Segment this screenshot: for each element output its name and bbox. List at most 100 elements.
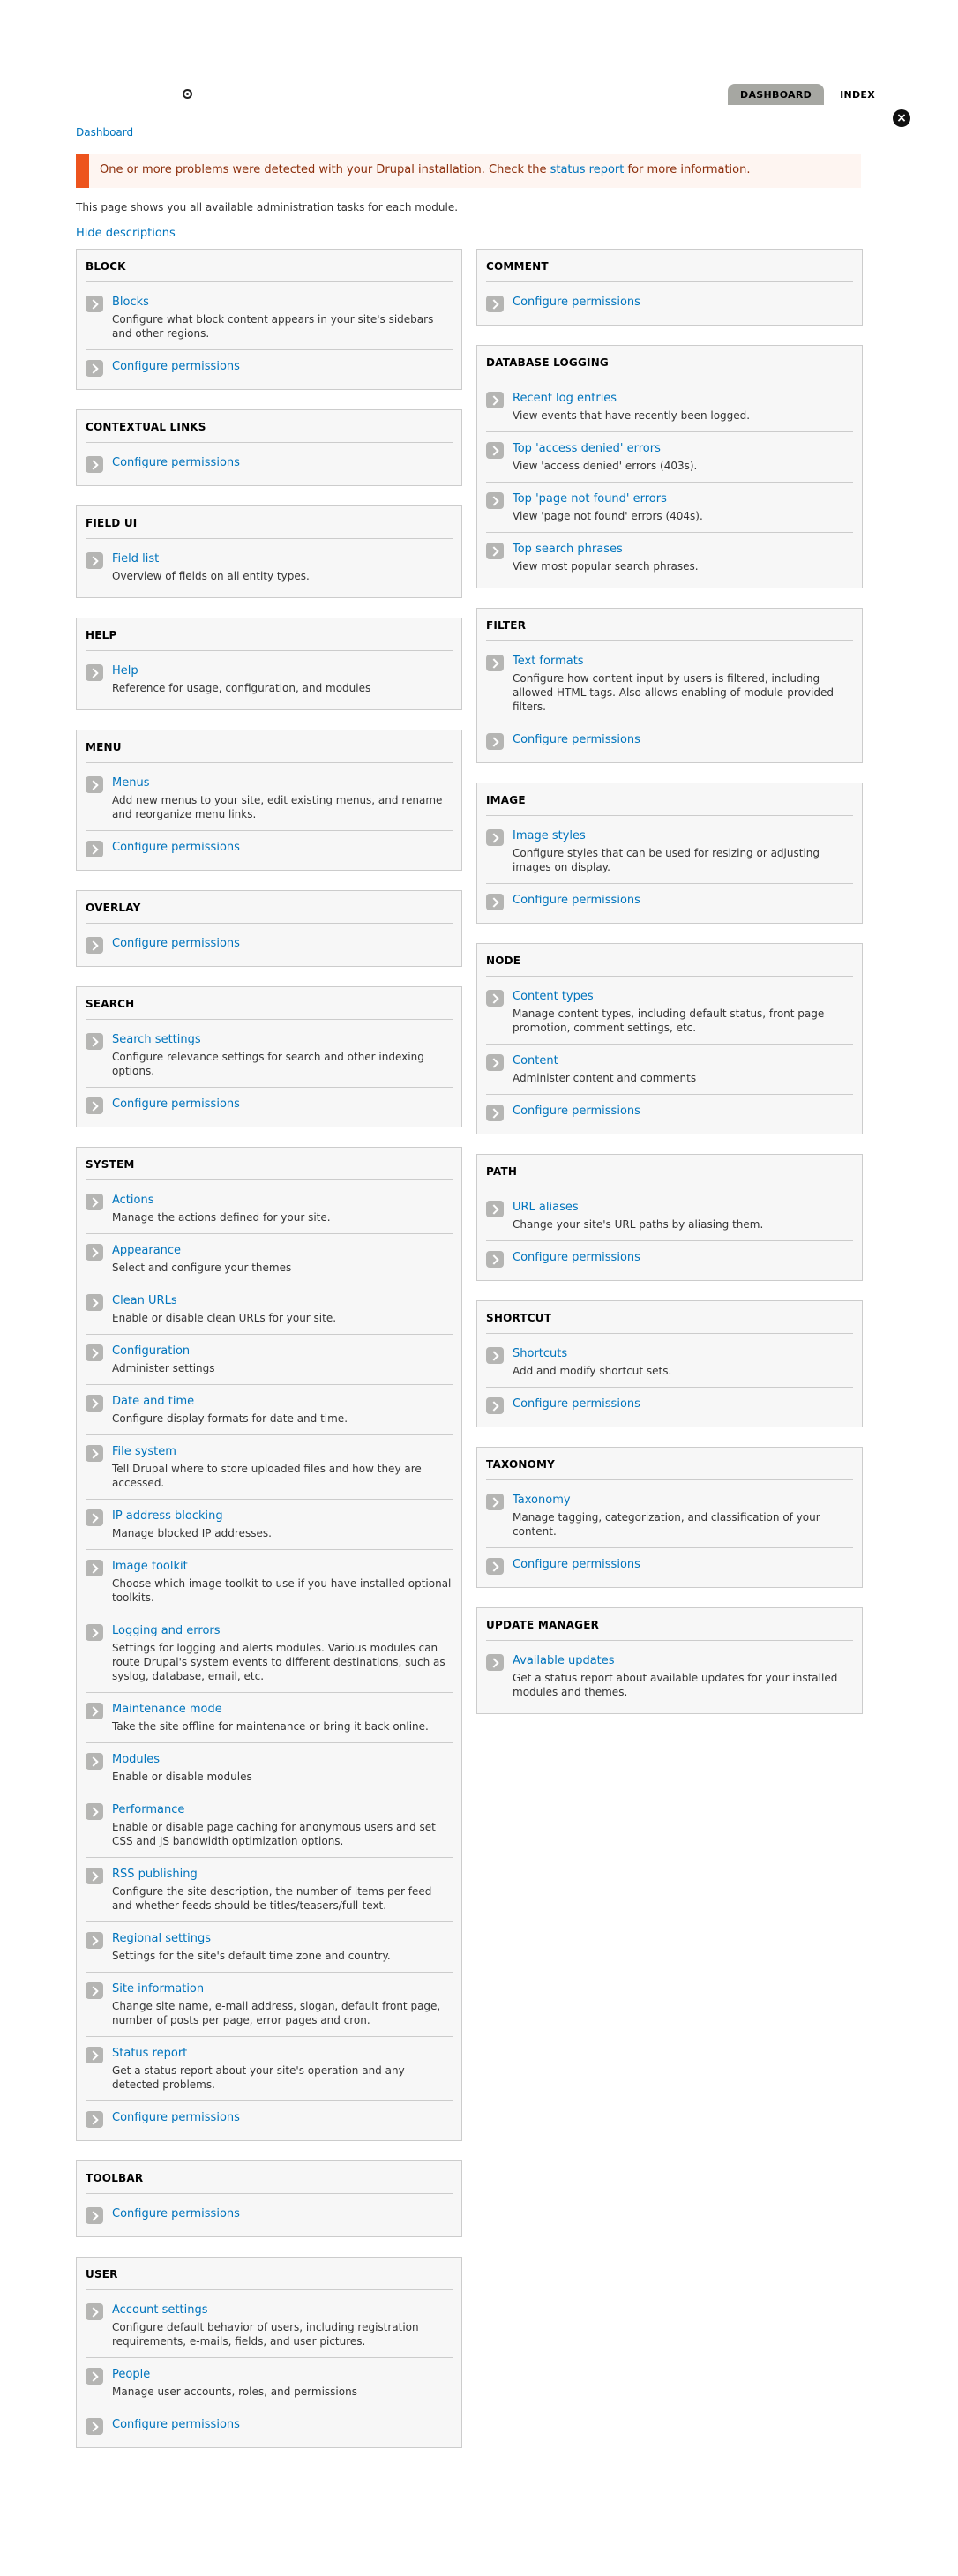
task-link-field-list[interactable]: Field list	[112, 551, 453, 567]
task-link-top-page-not-found-errors[interactable]: Top 'page not found' errors	[513, 491, 853, 507]
panel-taxonomy: TAXONOMY Taxonomy Manage tagging, categori…	[476, 1447, 863, 1588]
task-link-blocks[interactable]: Blocks	[112, 295, 453, 311]
task-link-account-settings[interactable]: Account settings	[112, 2303, 453, 2318]
task-link-taxonomy[interactable]: Taxonomy	[513, 1493, 853, 1509]
task-link-clean-urls[interactable]: Clean URLs	[112, 1293, 453, 1309]
task-link-image-toolkit[interactable]: Image toolkit	[112, 1559, 453, 1575]
task-link-configure-permissions[interactable]: Configure permissions	[112, 455, 453, 471]
task-link-actions[interactable]: Actions	[112, 1193, 453, 1209]
chevron-right-icon	[486, 392, 504, 408]
task-link-search-settings[interactable]: Search settings	[112, 1032, 453, 1048]
task-link-regional-settings[interactable]: Regional settings	[112, 1931, 453, 1947]
panel-title: UPDATE MANAGER	[486, 1617, 853, 1641]
task-link-configure-permissions[interactable]: Configure permissions	[112, 840, 453, 856]
task-link-modules[interactable]: Modules	[112, 1752, 453, 1768]
task-description: Enable or disable clean URLs for your si…	[112, 1312, 337, 1324]
task-link-appearance[interactable]: Appearance	[112, 1243, 453, 1259]
tab-dashboard[interactable]: DASHBOARD	[728, 84, 825, 105]
task-link-text-formats[interactable]: Text formats	[513, 654, 853, 670]
task-description: Configure the site description, the numb…	[112, 1885, 432, 1912]
task-link-url-aliases[interactable]: URL aliases	[513, 1200, 853, 1216]
task-link-configure-permissions[interactable]: Configure permissions	[112, 936, 453, 952]
panel-toolbar: TOOLBAR Configure permissions	[76, 2160, 462, 2237]
task-description: Administer content and comments	[513, 1072, 697, 1084]
chevron-right-icon	[86, 1932, 103, 1949]
chevron-right-icon	[86, 2303, 103, 2320]
task-link-configure-permissions[interactable]: Configure permissions	[513, 1104, 853, 1120]
chevron-right-icon	[86, 664, 103, 681]
admin-task-item: Account settings Configure default behavi…	[86, 2294, 453, 2358]
task-link-configure-permissions[interactable]: Configure permissions	[513, 295, 853, 311]
task-link-configure-permissions[interactable]: Configure permissions	[112, 2110, 453, 2126]
task-link-configure-permissions[interactable]: Configure permissions	[112, 2206, 453, 2222]
close-overlay-icon[interactable]: ×	[893, 109, 910, 127]
task-link-date-and-time[interactable]: Date and time	[112, 1394, 453, 1410]
task-description: Configure how content input by users is …	[513, 672, 834, 713]
panel-shortcut: SHORTCUT Shortcuts Add and modify shortcut…	[476, 1300, 863, 1427]
task-description: Configure relevance settings for search …	[112, 1051, 424, 1077]
chevron-right-icon	[486, 1251, 504, 1268]
task-link-configure-permissions[interactable]: Configure permissions	[513, 1557, 853, 1573]
task-description: View 'access denied' errors (403s).	[513, 460, 698, 472]
task-link-menus[interactable]: Menus	[112, 775, 453, 791]
chevron-right-icon	[86, 1624, 103, 1641]
panel-title: CONTEXTUAL LINKS	[86, 419, 453, 443]
task-link-configure-permissions[interactable]: Configure permissions	[112, 2417, 453, 2433]
task-link-people[interactable]: People	[112, 2367, 453, 2383]
task-link-site-information[interactable]: Site information	[112, 1981, 453, 1997]
task-link-configure-permissions[interactable]: Configure permissions	[513, 893, 853, 909]
task-link-top-search-phrases[interactable]: Top search phrases	[513, 542, 853, 558]
admin-task-item: RSS publishing Configure the site descrip…	[86, 1858, 453, 1922]
task-link-maintenance-mode[interactable]: Maintenance mode	[112, 1702, 453, 1718]
admin-task-item: File system Tell Drupal where to store up…	[86, 1435, 453, 1500]
task-link-logging-and-errors[interactable]: Logging and errors	[112, 1623, 453, 1639]
task-link-ip-address-blocking[interactable]: IP address blocking	[112, 1509, 453, 1524]
task-link-configure-permissions[interactable]: Configure permissions	[513, 1250, 853, 1266]
settings-icon[interactable]	[183, 89, 192, 99]
task-link-configure-permissions[interactable]: Configure permissions	[513, 1397, 853, 1412]
task-link-configuration[interactable]: Configuration	[112, 1344, 453, 1359]
task-link-help[interactable]: Help	[112, 663, 453, 679]
task-link-configure-permissions[interactable]: Configure permissions	[112, 1097, 453, 1112]
chevron-right-icon	[486, 442, 504, 459]
panel-image: IMAGE Image styles Configure styles that c…	[476, 783, 863, 924]
task-description: Manage content types, including default …	[513, 1007, 825, 1034]
status-report-link[interactable]: status report	[550, 163, 625, 176]
chevron-right-icon	[486, 1654, 504, 1671]
task-link-performance[interactable]: Performance	[112, 1802, 453, 1818]
chevron-right-icon	[486, 990, 504, 1007]
task-description: Get a status report about available upda…	[513, 1672, 838, 1698]
chevron-right-icon	[86, 2418, 103, 2435]
chevron-right-icon	[486, 1347, 504, 1364]
task-link-top-access-denied-errors[interactable]: Top 'access denied' errors	[513, 441, 853, 457]
task-link-content-types[interactable]: Content types	[513, 989, 853, 1005]
chevron-right-icon	[86, 1753, 103, 1770]
admin-task-item: Maintenance mode Take the site offline fo…	[86, 1693, 453, 1743]
admin-task-item: Image styles Configure styles that can be…	[486, 820, 853, 884]
task-link-shortcuts[interactable]: Shortcuts	[513, 1346, 853, 1362]
chevron-right-icon	[86, 1194, 103, 1210]
task-link-image-styles[interactable]: Image styles	[513, 828, 853, 844]
task-link-content[interactable]: Content	[513, 1053, 853, 1069]
task-link-status-report[interactable]: Status report	[112, 2046, 453, 2062]
task-description: Enable or disable page caching for anony…	[112, 1821, 436, 1847]
chevron-right-icon	[486, 1397, 504, 1414]
task-link-configure-permissions[interactable]: Configure permissions	[513, 732, 853, 748]
task-link-available-updates[interactable]: Available updates	[513, 1653, 853, 1669]
panel-title: SHORTCUT	[486, 1310, 853, 1334]
task-link-recent-log-entries[interactable]: Recent log entries	[513, 391, 853, 407]
task-link-rss-publishing[interactable]: RSS publishing	[112, 1867, 453, 1883]
tab-index[interactable]: INDEX	[827, 84, 887, 105]
chevron-right-icon	[86, 1244, 103, 1261]
chevron-right-icon	[86, 1868, 103, 1884]
hide-descriptions-link[interactable]: Hide descriptions	[76, 227, 176, 240]
chevron-right-icon	[486, 296, 504, 312]
breadcrumb-dashboard[interactable]: Dashboard	[76, 126, 133, 139]
panel-title: MENU	[86, 739, 453, 763]
panel-title: IMAGE	[486, 792, 853, 816]
task-link-file-system[interactable]: File system	[112, 1444, 453, 1460]
panel-title: TAXONOMY	[486, 1456, 853, 1480]
chevron-right-icon	[86, 1294, 103, 1311]
task-link-configure-permissions[interactable]: Configure permissions	[112, 359, 453, 375]
chevron-right-icon	[86, 2111, 103, 2128]
